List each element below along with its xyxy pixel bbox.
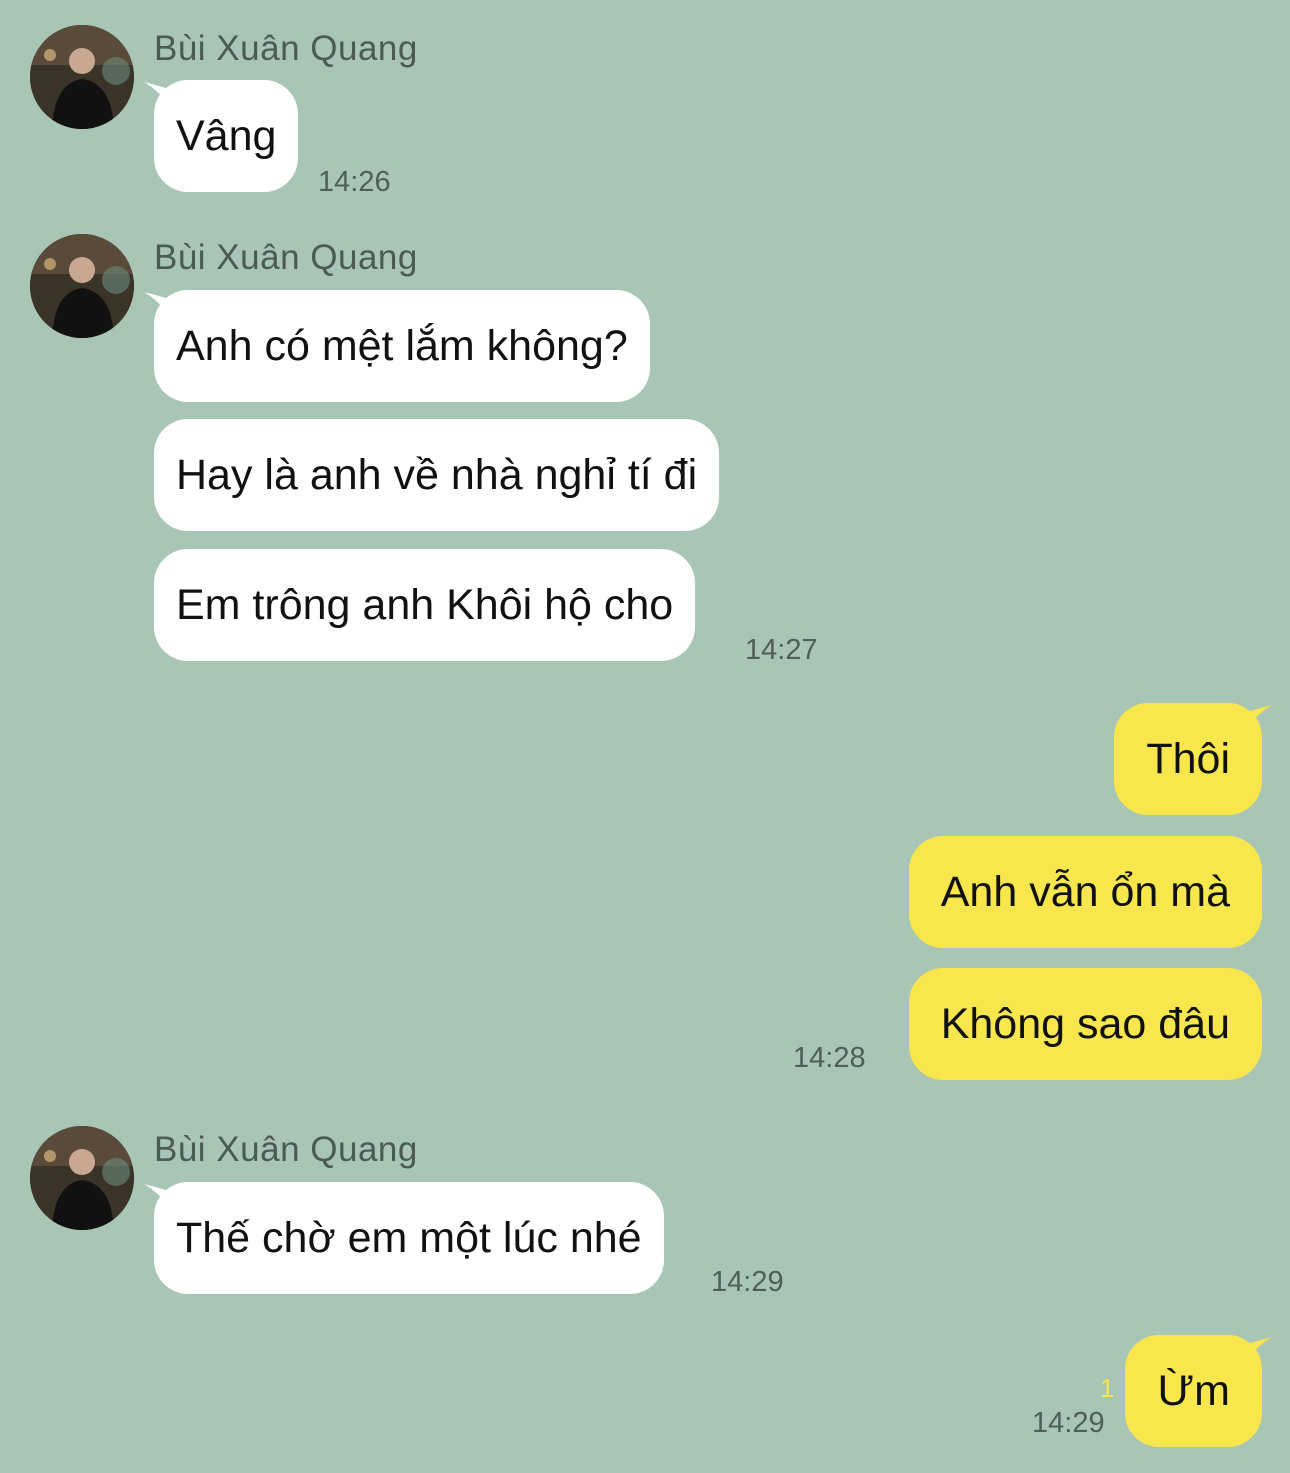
- message-bubble[interactable]: Anh vẫn ổn mà: [908, 836, 1262, 948]
- sender-avatar[interactable]: [30, 25, 134, 129]
- message-bubble[interactable]: Thôi: [1114, 703, 1262, 815]
- sender-avatar[interactable]: [30, 234, 134, 338]
- message-bubble[interactable]: Ừm: [1125, 1335, 1262, 1447]
- message-bubble[interactable]: Em trông anh Khôi hộ cho: [154, 549, 696, 661]
- sender-avatar[interactable]: [30, 1126, 134, 1230]
- message-time: 14:29: [711, 1266, 784, 1298]
- message-bubble[interactable]: Vâng: [154, 80, 299, 192]
- profile-photo-icon: [30, 25, 134, 129]
- sender-name: Bùi Xuân Quang: [154, 238, 418, 277]
- message-time: 14:26: [318, 166, 391, 198]
- message-time: 14:29: [1032, 1407, 1105, 1439]
- message-time: 14:28: [793, 1042, 866, 1074]
- message-bubble[interactable]: Thế chờ em một lúc nhé: [154, 1182, 664, 1294]
- message-bubble[interactable]: Hay là anh về nhà nghỉ tí đi: [154, 419, 720, 531]
- profile-photo-icon: [30, 1126, 134, 1230]
- chat-view[interactable]: Bùi Xuân Quang Vâng 14:26 Bùi Xuân Quang…: [0, 0, 1290, 1473]
- sender-name: Bùi Xuân Quang: [154, 1130, 418, 1169]
- unread-count: 1: [1100, 1373, 1115, 1403]
- sender-name: Bùi Xuân Quang: [154, 29, 418, 68]
- profile-photo-icon: [30, 234, 134, 338]
- message-bubble[interactable]: Không sao đâu: [908, 968, 1262, 1080]
- message-bubble[interactable]: Anh có mệt lắm không?: [154, 290, 650, 402]
- message-time: 14:27: [745, 634, 818, 666]
